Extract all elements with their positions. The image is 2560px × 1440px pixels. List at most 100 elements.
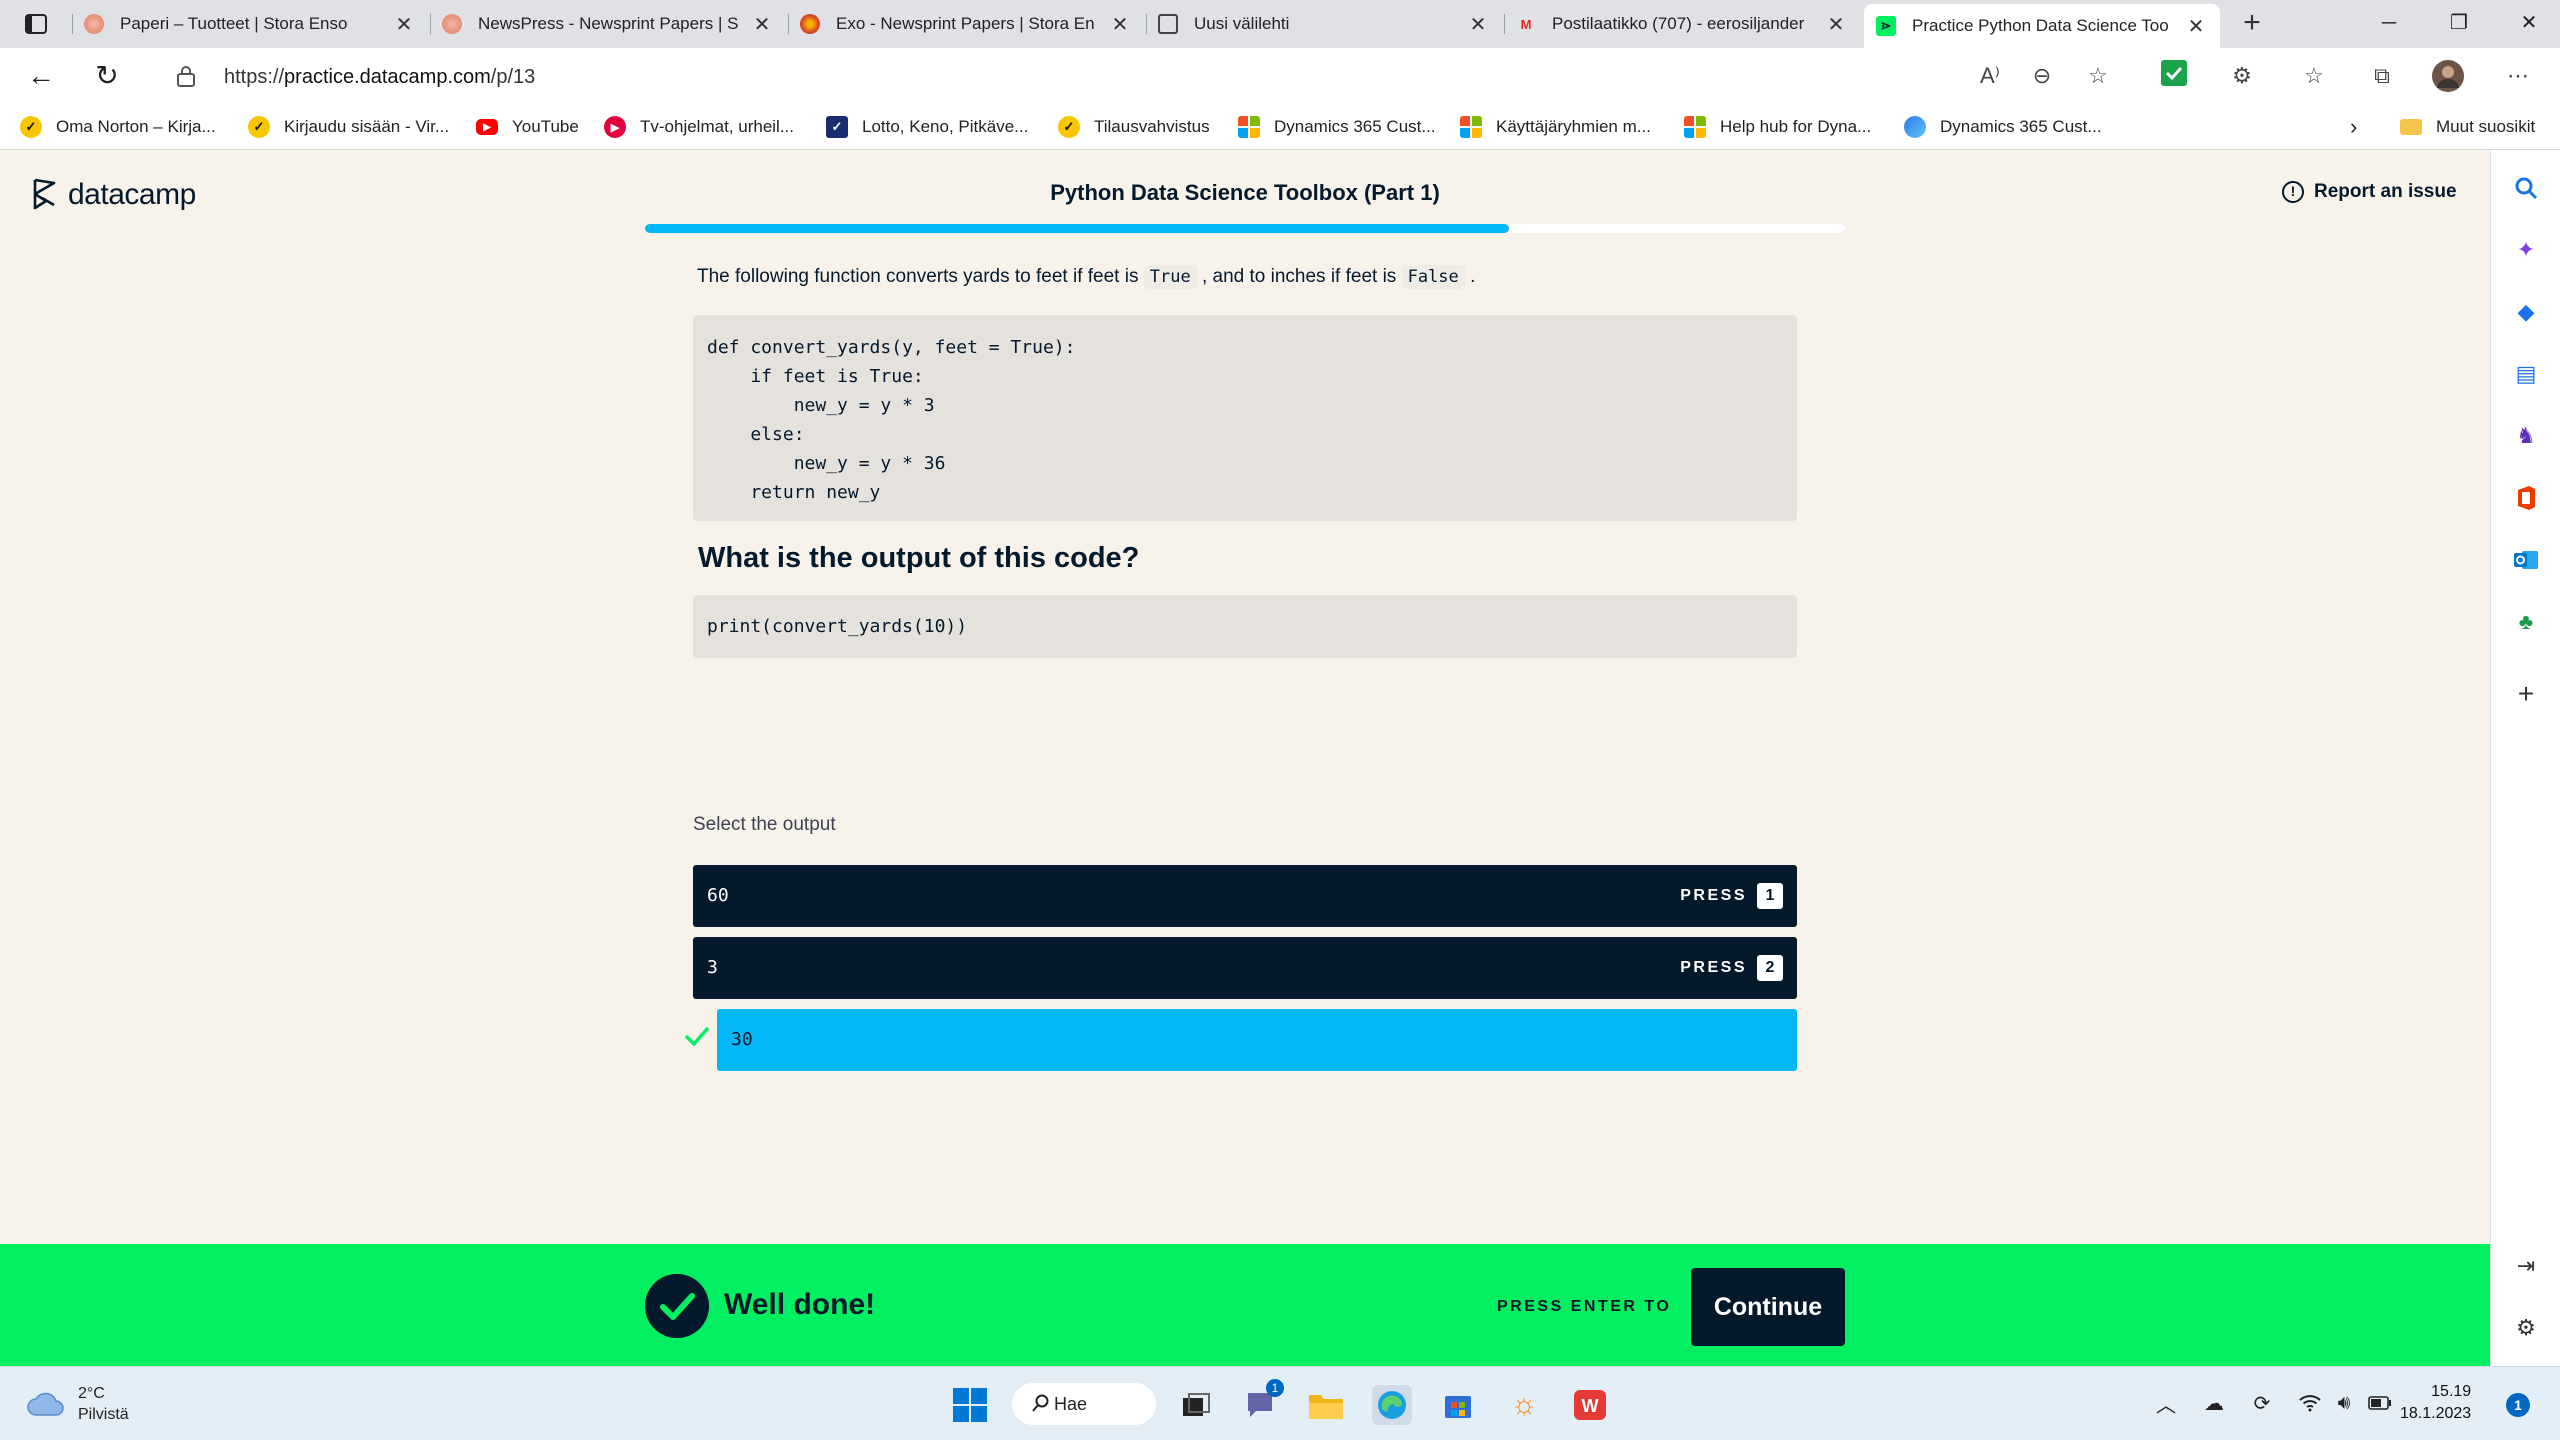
close-tab-icon[interactable]: ✕	[1466, 12, 1490, 37]
file-explorer-icon[interactable]	[1306, 1385, 1346, 1425]
bookmark-item[interactable]: ✓ Tilausvahvistus	[1058, 114, 1210, 140]
microsoft-icon	[1238, 116, 1260, 138]
sparkle-icon[interactable]: ✦	[2512, 236, 2540, 264]
outlook-icon[interactable]	[2512, 546, 2540, 574]
more-menu-icon[interactable]: ⋯	[2502, 60, 2534, 92]
bookmark-item[interactable]: Dynamics 365 Cust...	[1904, 114, 2102, 140]
teams-chat-icon[interactable]: 1	[1240, 1379, 1284, 1425]
bookmark-item[interactable]: ✓ Kirjaudu sisään - Vir...	[248, 114, 449, 140]
browser-tab[interactable]: Uusi välilehti ✕	[1146, 4, 1502, 44]
close-tab-icon[interactable]: ✕	[392, 12, 416, 37]
question-heading: What is the output of this code?	[698, 542, 1140, 574]
bookmark-item[interactable]: ▶ Tv-ohjelmat, urheil...	[604, 114, 794, 140]
tab-actions-icon[interactable]	[14, 8, 58, 40]
bookmark-item[interactable]: Dynamics 365 Cust...	[1238, 114, 1436, 140]
norton-extension-icon[interactable]	[2158, 60, 2190, 92]
volume-icon[interactable]: 🔊︎	[2330, 1389, 2358, 1417]
refresh-icon[interactable]: ↻	[90, 60, 124, 94]
collections-icon[interactable]: ⧉	[2366, 60, 2398, 92]
weather-widget[interactable]: 2°C Pilvistä	[26, 1383, 129, 1425]
edge-sidebar: ✦ ◆ ▤ ♞ ♣ + ⇥ ⚙	[2490, 150, 2560, 1366]
chevron-right-icon[interactable]: ›	[2350, 114, 2357, 140]
browser-tab[interactable]: NewsPress - Newsprint Papers | S ✕	[430, 4, 786, 44]
task-view-icon[interactable]	[1176, 1385, 1216, 1425]
feedback-message: Well done!	[724, 1288, 876, 1321]
sync-icon[interactable]: ⟳	[2248, 1389, 2276, 1417]
answer-option-2[interactable]: 3 PRESS 2	[693, 937, 1797, 999]
question-intro: The following function converts yards to…	[697, 265, 1476, 289]
info-icon: !	[2282, 181, 2304, 203]
progress-fill	[645, 224, 1509, 233]
favorites-icon[interactable]: ☆	[2298, 60, 2330, 92]
search-icon[interactable]	[2512, 174, 2540, 202]
datacamp-icon: ⋗	[1876, 16, 1896, 36]
report-issue-link[interactable]: ! Report an issue	[2282, 181, 2457, 203]
restore-icon[interactable]: ❐	[2424, 6, 2494, 40]
onedrive-cloud-icon[interactable]: ☁	[2200, 1389, 2228, 1417]
add-icon[interactable]: +	[2512, 678, 2540, 709]
app-loading-icon[interactable]: ☼	[1504, 1385, 1544, 1425]
add-favorite-icon[interactable]: ☆	[2082, 60, 2114, 92]
svg-text:W: W	[1582, 1396, 1599, 1416]
battery-icon[interactable]	[2366, 1389, 2394, 1417]
back-arrow-icon[interactable]: ←	[24, 60, 58, 94]
close-tab-icon[interactable]: ✕	[750, 12, 774, 37]
bookmark-item[interactable]: Käyttäjäryhmien m...	[1460, 114, 1651, 140]
read-aloud-icon[interactable]: A⁾	[1974, 60, 2006, 92]
enter-hint: PRESS ENTER TO	[1497, 1298, 1672, 1315]
windows-start-icon[interactable]	[950, 1385, 990, 1425]
sidebar-collapse-icon[interactable]: ⇥	[2512, 1252, 2540, 1280]
browser-tab[interactable]: Paperi – Tuotteet | Stora Enso ✕	[72, 4, 428, 44]
zoom-out-icon[interactable]: ⊖	[2026, 60, 2058, 92]
youtube-icon: ▶	[476, 119, 498, 135]
new-tab-button[interactable]: +	[2236, 8, 2268, 40]
browser-tab-active[interactable]: ⋗ Practice Python Data Science Too ✕	[1864, 4, 2220, 48]
notification-badge[interactable]: 1	[2506, 1393, 2530, 1417]
answer-option-3-selected[interactable]: 30	[717, 1009, 1797, 1071]
extensions-icon[interactable]: ⚙	[2226, 60, 2258, 92]
function-code-block: def convert_yards(y, feet = True): if fe…	[693, 315, 1797, 521]
tools-icon[interactable]: ▤	[2512, 360, 2540, 388]
bookmark-item[interactable]: ▶ YouTube	[476, 114, 579, 140]
close-window-icon[interactable]: ✕	[2494, 6, 2560, 40]
answer-option-1[interactable]: 60 PRESS 1	[693, 865, 1797, 927]
minimize-icon[interactable]: ─	[2354, 6, 2424, 40]
bookmark-item[interactable]: ✓ Lotto, Keno, Pitkäve...	[826, 114, 1028, 140]
games-icon[interactable]: ♞	[2512, 422, 2540, 450]
success-check-icon	[645, 1274, 709, 1338]
profile-avatar[interactable]	[2432, 60, 2464, 92]
bookmark-item[interactable]: Help hub for Dyna...	[1684, 114, 1871, 140]
edge-browser-icon[interactable]	[1372, 1385, 1412, 1425]
search-icon	[1032, 1394, 1049, 1412]
browser-tab[interactable]: Exo - Newsprint Papers | Stora En ✕	[788, 4, 1144, 44]
other-favorites-folder[interactable]: Muut suosikit	[2400, 114, 2535, 140]
course-title: Python Data Science Toolbox (Part 1)	[1050, 180, 1440, 205]
settings-gear-icon[interactable]: ⚙	[2512, 1314, 2540, 1342]
tree-icon[interactable]: ♣	[2512, 608, 2540, 636]
url-text[interactable]: https://practice.datacamp.com/p/13	[224, 66, 535, 89]
stora-enso-icon	[800, 14, 820, 34]
shopping-tag-icon[interactable]: ◆	[2512, 298, 2540, 326]
office-icon[interactable]	[2512, 484, 2540, 512]
taskbar-search[interactable]: Hae	[1012, 1383, 1156, 1425]
datacamp-logo[interactable]: datacamp	[32, 178, 196, 212]
address-bar[interactable]: https://practice.datacamp.com/p/13	[150, 56, 2040, 96]
print-code-block: print(convert_yards(10))	[693, 595, 1797, 658]
close-tab-icon[interactable]: ✕	[2184, 14, 2208, 39]
browser-tab[interactable]: M Postilaatikko (707) - eerosiljander ✕	[1504, 4, 1860, 44]
close-tab-icon[interactable]: ✕	[1824, 12, 1848, 37]
norton-icon: ✓	[20, 116, 42, 138]
bookmark-item[interactable]: ✓ Oma Norton – Kirja...	[20, 114, 216, 140]
stora-enso-icon	[84, 14, 104, 34]
tray-chevron-up-icon[interactable]: ︿	[2152, 1389, 2180, 1417]
wifi-icon[interactable]	[2296, 1389, 2324, 1417]
wps-office-icon[interactable]: W	[1570, 1385, 1610, 1425]
lock-icon	[177, 66, 195, 87]
close-tab-icon[interactable]: ✕	[1108, 12, 1132, 37]
new-tab-icon	[1158, 14, 1178, 34]
dynamics-icon	[1904, 116, 1926, 138]
microsoft-icon	[1460, 116, 1482, 138]
microsoft-store-icon[interactable]	[1438, 1385, 1478, 1425]
system-clock[interactable]: 15.19 18.1.2023	[2400, 1381, 2471, 1425]
continue-button[interactable]: Continue	[1691, 1268, 1845, 1346]
